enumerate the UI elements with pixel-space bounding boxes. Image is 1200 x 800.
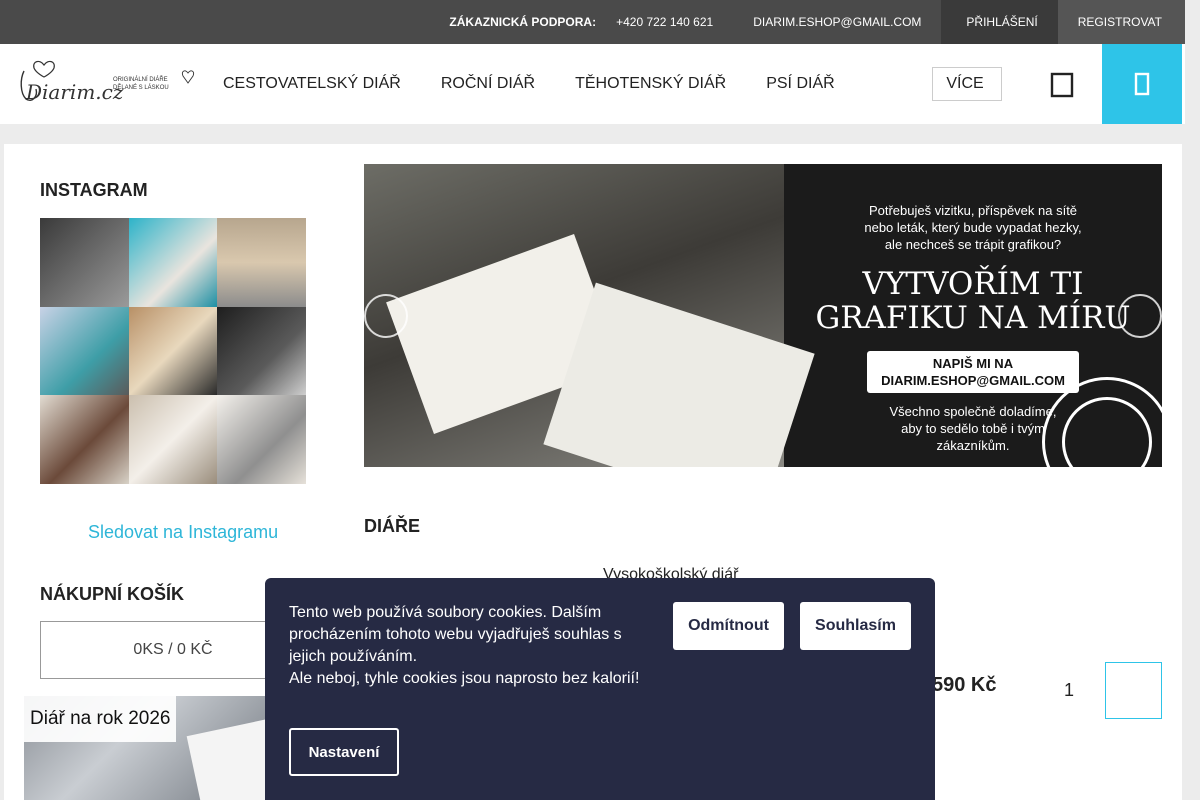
site-header: Diarim.cz ORIGINÁLNÍ DIÁŘE DĚLANÉ S LÁSK… — [0, 44, 1185, 124]
site-logo[interactable]: Diarim.cz ORIGINÁLNÍ DIÁŘE DĚLANÉ S LÁSK… — [14, 59, 199, 109]
cookie-message: Tento web používá soubory cookies. Další… — [289, 602, 649, 690]
cookie-decline-button[interactable]: Odmítnout — [673, 602, 784, 650]
cookie-text: Tento web používá soubory cookies. Další… — [289, 604, 622, 665]
instagram-photo[interactable] — [128, 218, 218, 307]
cookie-settings-button[interactable]: Nastavení — [289, 728, 399, 776]
instagram-photo[interactable] — [128, 306, 218, 396]
banner-intro: Potřebuješ vizitku, příspěvek na sítě ne… — [784, 202, 1162, 253]
user-icon-graphic — [1050, 72, 1074, 98]
banner-headline-line: VYTVOŘÍM TI — [862, 266, 1084, 302]
banner-photo — [364, 164, 815, 467]
logo-text: Diarim.cz — [25, 80, 124, 104]
instagram-grid — [40, 218, 306, 484]
cart-icon — [1134, 72, 1150, 96]
nav-item-dog-diary[interactable]: PSÍ DIÁŘ — [766, 75, 834, 93]
banner-pill-line: DIARIM.ESHOP@GMAIL.COM — [881, 373, 1065, 388]
support-email[interactable]: DIARIM.ESHOP@GMAIL.COM — [753, 15, 921, 29]
nav-item-pregnancy-diary[interactable]: TĚHOTENSKÝ DIÁŘ — [575, 75, 726, 93]
follow-label: Sledovat na Instagramu — [88, 522, 279, 542]
support-phone[interactable]: +420 722 140 621 — [616, 15, 713, 29]
instagram-photo[interactable] — [128, 395, 218, 484]
instagram-photo[interactable] — [40, 395, 129, 484]
more-label: VÍCE — [946, 75, 984, 92]
instagram-photo[interactable] — [40, 306, 129, 396]
instagram-photo[interactable] — [40, 218, 129, 307]
carousel-next-button[interactable] — [1118, 294, 1162, 338]
cookie-accept-button[interactable]: Souhlasím — [800, 602, 911, 650]
follow-instagram-link[interactable]: Sledovat na Instagramu — [74, 522, 278, 543]
cookie-text: Ale neboj, tyhle cookies jsou naprosto b… — [289, 670, 640, 687]
more-menu-button[interactable]: VÍCE — [932, 67, 1002, 101]
svg-text:DĚLANÉ S LÁSKOU: DĚLANÉ S LÁSKOU — [113, 83, 169, 91]
main-nav: CESTOVATELSKÝ DIÁŘ ROČNÍ DIÁŘ TĚHOTENSKÝ… — [223, 44, 875, 124]
promo-label: Diář na rok 2026 — [24, 696, 177, 742]
nav-item-travel-diary[interactable]: CESTOVATELSKÝ DIÁŘ — [223, 75, 401, 93]
banner-contact-pill: NAPIŠ MI NA DIARIM.ESHOP@GMAIL.COM — [867, 351, 1079, 393]
banner-headline-line: GRAFIKU NA MÍRU — [815, 300, 1131, 336]
banner-line: ale nechceš se trápit grafikou? — [884, 237, 1062, 252]
hero-banner[interactable]: Potřebuješ vizitku, příspěvek na sítě ne… — [364, 164, 1162, 467]
instagram-photo[interactable] — [217, 306, 306, 396]
cookie-consent-popup: Tento web používá soubory cookies. Další… — [265, 578, 935, 800]
banner-pill-line: NAPIŠ MI NA — [932, 356, 1014, 371]
product-price: 590 Kč — [932, 674, 997, 696]
cart-button[interactable] — [1102, 44, 1182, 124]
banner-line: nebo leták, který bude vypadat hezky, — [864, 220, 1082, 235]
register-label: REGISTROVAT — [1077, 15, 1162, 29]
svg-text:ORIGINÁLNÍ DIÁŘE: ORIGINÁLNÍ DIÁŘE — [113, 75, 168, 83]
quantity-input[interactable]: 1 — [1064, 680, 1074, 701]
login-label: PŘIHLÁŠENÍ — [966, 15, 1038, 29]
instagram-photo[interactable] — [217, 218, 306, 307]
add-to-cart-button[interactable] — [1105, 662, 1162, 719]
user-icon[interactable] — [1050, 70, 1074, 100]
instagram-photo[interactable] — [217, 395, 306, 484]
register-button[interactable]: REGISTROVAT — [1057, 0, 1185, 44]
banner-line: Potřebuješ vizitku, příspěvek na sítě — [868, 203, 1078, 218]
promo-banner[interactable]: Diář na rok 2026 — [24, 696, 274, 800]
top-bar: ZÁKAZNICKÁ PODPORA: +420 722 140 621 DIA… — [0, 0, 1185, 44]
carousel-prev-button[interactable] — [364, 294, 408, 338]
cart-title: NÁKUPNÍ KOŠÍK — [40, 584, 185, 604]
support-label: ZÁKAZNICKÁ PODPORA: — [449, 15, 597, 29]
login-button[interactable]: PŘIHLÁŠENÍ — [941, 0, 1058, 44]
scroll-gutter — [1185, 0, 1200, 124]
nav-item-yearly-diary[interactable]: ROČNÍ DIÁŘ — [441, 75, 535, 93]
promo-image — [186, 717, 274, 800]
instagram-title: INSTAGRAM — [40, 180, 148, 200]
cart-summary-value: 0KS / 0 KČ — [133, 641, 213, 658]
logo-graphic: Diarim.cz ORIGINÁLNÍ DIÁŘE DĚLANÉ S LÁSK… — [20, 60, 194, 104]
banner-headline: VYTVOŘÍM TI GRAFIKU NA MÍRU — [784, 267, 1162, 335]
section-title: DIÁŘE — [364, 516, 421, 536]
